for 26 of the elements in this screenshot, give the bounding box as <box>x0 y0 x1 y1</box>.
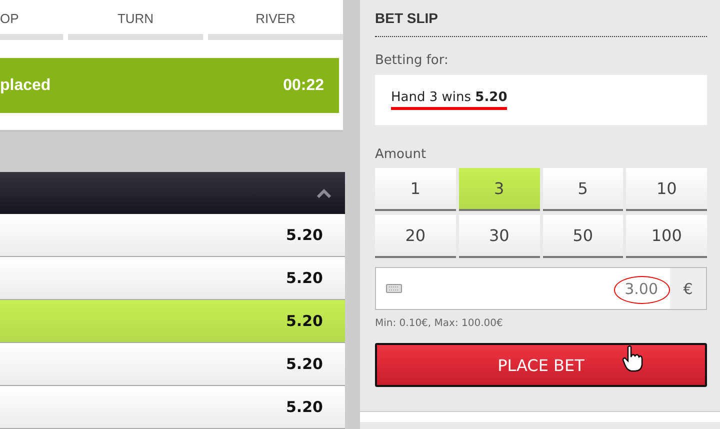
stage-tab[interactable]: OP <box>0 11 63 40</box>
amount-button[interactable]: 30 <box>458 215 540 258</box>
stage-tab[interactable]: TURN <box>68 11 203 40</box>
betting-for-label: Betting for: <box>375 53 450 68</box>
amount-button[interactable]: 100 <box>626 215 707 258</box>
stage-tab[interactable]: RIVER <box>208 11 343 40</box>
amount-button[interactable]: 1 <box>375 168 456 211</box>
odds-row[interactable]: 5.20 <box>0 300 345 343</box>
place-bet-button[interactable]: PLACE BET <box>375 343 707 387</box>
selection-text: Hand 3 wins 5.20 <box>391 90 508 105</box>
amount-label: Amount <box>375 147 428 162</box>
odds-row[interactable]: 5.20 <box>0 343 345 386</box>
stake-limits: Min: 0.10€, Max: 100.00€ <box>375 318 504 329</box>
countdown-timer: 00:22 <box>283 76 324 94</box>
amount-button[interactable]: 10 <box>626 168 707 211</box>
odds-row[interactable]: 5.20 <box>0 214 345 257</box>
hand-cursor-icon <box>622 345 644 373</box>
odds-row[interactable]: 5.20 <box>0 386 345 429</box>
chevron-up-icon[interactable] <box>317 188 331 198</box>
banner-text: placed <box>0 76 51 94</box>
amount-button[interactable]: 3 <box>458 168 540 211</box>
amount-button[interactable]: 5 <box>542 168 624 211</box>
amount-button[interactable]: 50 <box>542 215 624 258</box>
amount-button[interactable]: 20 <box>375 215 456 258</box>
odds-row[interactable]: 5.20 <box>0 257 345 300</box>
bet-slip-title: BET SLIP <box>375 10 440 26</box>
